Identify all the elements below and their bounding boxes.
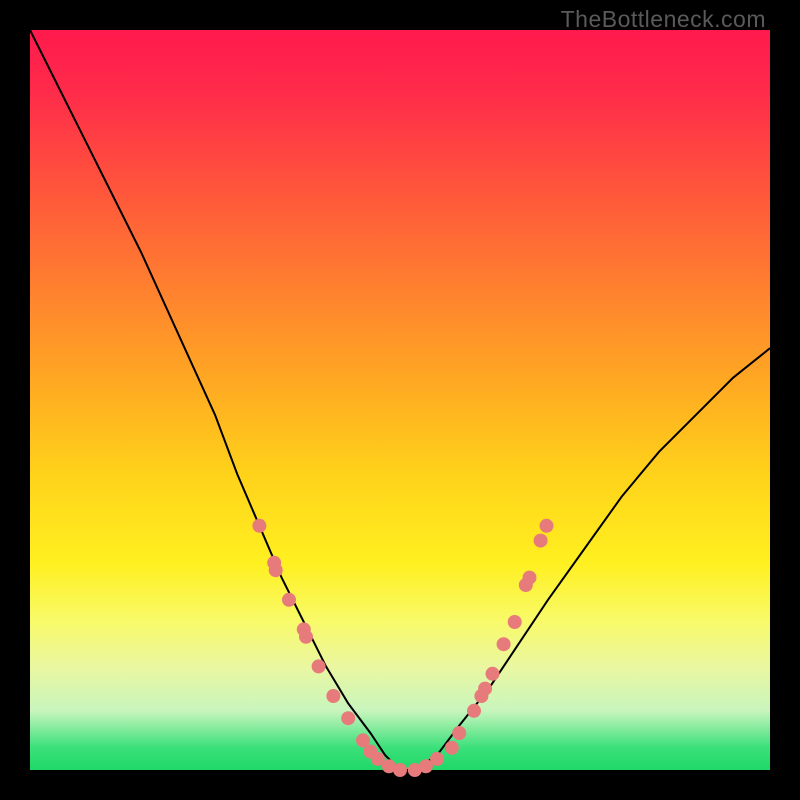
- chart-svg: [30, 30, 770, 770]
- data-point: [486, 667, 500, 681]
- data-point: [430, 752, 444, 766]
- data-point: [299, 630, 313, 644]
- data-point: [534, 534, 548, 548]
- data-point: [540, 519, 554, 533]
- data-point: [445, 741, 459, 755]
- watermark-text: TheBottleneck.com: [561, 6, 766, 33]
- data-point: [269, 563, 283, 577]
- data-point: [393, 763, 407, 777]
- data-point: [478, 682, 492, 696]
- data-point: [523, 571, 537, 585]
- data-point: [497, 637, 511, 651]
- data-points: [252, 519, 553, 777]
- data-point: [252, 519, 266, 533]
- data-point: [312, 659, 326, 673]
- data-point: [467, 704, 481, 718]
- bottleneck-curve: [30, 30, 770, 770]
- data-point: [452, 726, 466, 740]
- data-point: [341, 711, 355, 725]
- data-point: [508, 615, 522, 629]
- data-point: [282, 593, 296, 607]
- data-point: [326, 689, 340, 703]
